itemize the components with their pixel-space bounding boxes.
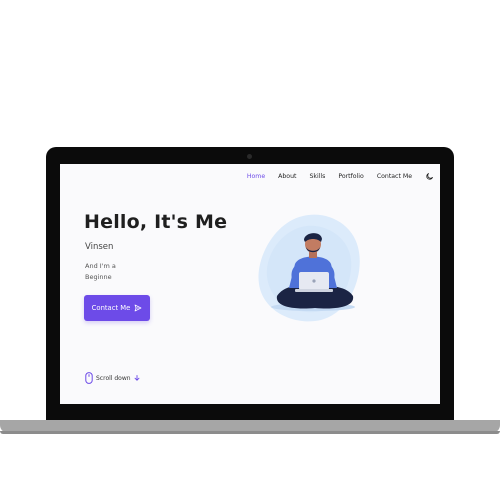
contact-me-button[interactable]: Contact Me: [84, 295, 150, 321]
hero-illustration: [255, 214, 365, 324]
scroll-down-label: Scroll down: [96, 374, 131, 382]
moon-icon[interactable]: [425, 172, 434, 181]
top-nav: Home About Skills Portfolio Contact Me: [247, 171, 434, 181]
laptop-camera: [247, 154, 252, 159]
arrow-down-icon: [134, 375, 140, 381]
hero-intro-line2: Beginne: [85, 273, 112, 281]
laptop-screen: Home About Skills Portfolio Contact Me H…: [60, 164, 440, 404]
hero-intro-line1: And I'm a: [85, 262, 116, 270]
scroll-down-link[interactable]: Scroll down: [85, 372, 140, 384]
contact-me-button-label: Contact Me: [91, 304, 131, 312]
hero-intro: And I'm a Beginne: [85, 261, 116, 283]
nav-home[interactable]: Home: [247, 173, 265, 180]
nav-portfolio[interactable]: Portfolio: [338, 173, 363, 180]
mouse-icon: [85, 372, 93, 384]
laptop-base-edge: [0, 431, 500, 434]
send-icon: [134, 304, 142, 312]
hero-title: Hello, It's Me: [84, 211, 228, 233]
nav-contact-me[interactable]: Contact Me: [377, 173, 412, 180]
nav-about[interactable]: About: [278, 173, 296, 180]
nav-skills[interactable]: Skills: [309, 173, 325, 180]
hero-name: Vinsen: [85, 242, 114, 252]
